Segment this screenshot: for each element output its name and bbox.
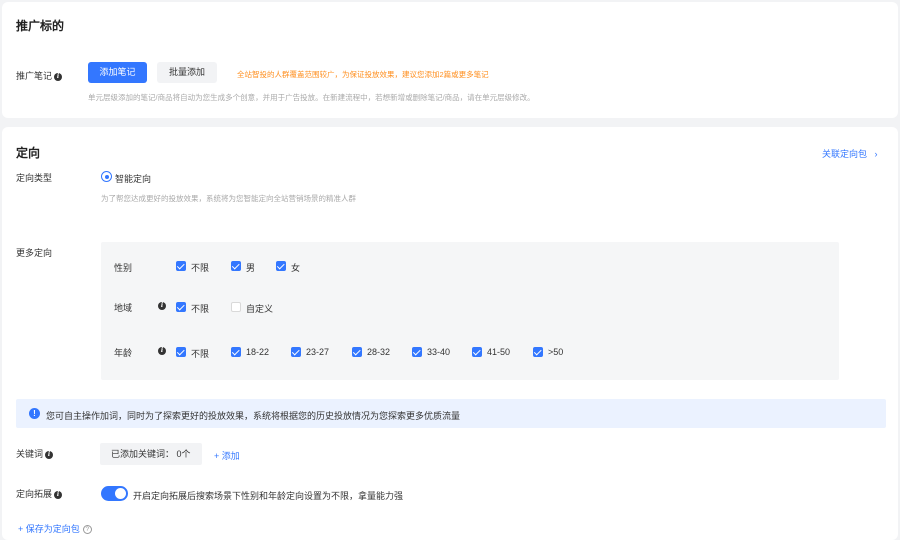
save-as-package-link[interactable]: + 保存为定向包? xyxy=(18,522,92,535)
gender-option-label[interactable]: 不限 xyxy=(191,261,209,274)
batch-add-button[interactable]: 批量添加 xyxy=(157,62,217,83)
notice-text: 您可自主操作加词，同时为了探索更好的投放效果，系统将根据您的历史投放情况为您探索… xyxy=(46,411,461,421)
gender-option-label[interactable]: 女 xyxy=(291,261,300,274)
age-33-40-checkbox[interactable] xyxy=(412,347,422,357)
promo-hint-text: 单元层级添加的笔记/商品将自动为您生成多个创意，并用于广告投放。在新建流程中，若… xyxy=(88,93,535,102)
age-label: 年龄 xyxy=(114,348,133,358)
added-keywords-count: 已添加关键词： 0个 xyxy=(100,443,202,465)
promo-title: 推广标的 xyxy=(16,19,65,33)
more-targeting-label: 更多定向 xyxy=(16,248,53,258)
age-over-50-checkbox[interactable] xyxy=(533,347,543,357)
age-option-label[interactable]: 不限 xyxy=(191,347,209,360)
expansion-description: 开启定向拓展后搜索场景下性别和年龄定向设置为不限，拿量能力强 xyxy=(133,491,404,501)
age-option-label[interactable]: 41-50 xyxy=(487,347,510,357)
info-icon[interactable]: i xyxy=(158,302,166,310)
smart-targeting-hint: 为了帮您达成更好的投放效果，系统将为您智能定向全站营销场景的精准人群 xyxy=(101,194,356,203)
expansion-label-text: 定向拓展 xyxy=(16,489,53,499)
smart-targeting-option-label[interactable]: 智能定向 xyxy=(115,172,151,185)
add-note-button[interactable]: 添加笔记 xyxy=(88,62,147,83)
keywords-label: 关键词 i xyxy=(16,447,54,460)
gender-label: 性别 xyxy=(114,263,133,273)
promo-target-card: 推广标的 推广笔记 i 添加笔记 批量添加 全站智投的人群覆盖范围较广，为保证投放… xyxy=(2,2,898,118)
help-icon[interactable]: ? xyxy=(82,525,92,535)
info-icon[interactable]: i xyxy=(158,347,166,355)
region-custom-checkbox[interactable] xyxy=(231,302,241,312)
age-18-22-checkbox[interactable] xyxy=(231,347,241,357)
age-option-label[interactable]: 23-27 xyxy=(306,347,329,357)
gender-unlimited-checkbox[interactable] xyxy=(176,261,186,271)
linked-package-link-text: 关联定向包 xyxy=(822,149,868,159)
age-option-label[interactable]: >50 xyxy=(548,347,563,357)
smart-targeting-radio[interactable] xyxy=(101,171,112,182)
gender-male-checkbox[interactable] xyxy=(231,261,241,271)
exclamation-icon: ! xyxy=(29,408,40,419)
info-notice-banner: ! 您可自主操作加词，同时为了探索更好的投放效果，系统将根据您的历史投放情况为您… xyxy=(16,399,886,428)
age-unlimited-checkbox[interactable] xyxy=(176,347,186,357)
more-targeting-panel: 性别 不限 男 女 地域 i 不限 自定义 年龄 i 不限 18-22 23-2… xyxy=(101,242,839,380)
region-option-label[interactable]: 自定义 xyxy=(246,302,273,315)
info-icon[interactable]: i xyxy=(45,450,54,459)
info-icon[interactable]: i xyxy=(54,72,63,81)
linked-package-link[interactable]: 关联定向包 › xyxy=(822,147,878,160)
region-label: 地域 xyxy=(114,303,133,313)
gender-option-label[interactable]: 男 xyxy=(246,261,255,274)
expansion-label: 定向拓展 i xyxy=(16,487,63,500)
age-23-27-checkbox[interactable] xyxy=(291,347,301,357)
info-icon[interactable]: i xyxy=(54,490,63,499)
age-option-label[interactable]: 18-22 xyxy=(246,347,269,357)
targeting-card: 定向 关联定向包 › 定向类型 智能定向 为了帮您达成更好的投放效果，系统将为您… xyxy=(2,127,898,540)
targeting-title: 定向 xyxy=(16,146,41,160)
chevron-right-icon: › xyxy=(874,149,878,159)
promo-warning-text: 全站智投的人群覆盖范围较广，为保证投放效果，建议您添加2篇或更多笔记 xyxy=(237,70,489,79)
gender-female-checkbox[interactable] xyxy=(276,261,286,271)
promo-notes-label: 推广笔记 i xyxy=(16,69,63,82)
promo-notes-label-text: 推广笔记 xyxy=(16,71,53,81)
region-unlimited-checkbox[interactable] xyxy=(176,302,186,312)
age-option-label[interactable]: 33-40 xyxy=(427,347,450,357)
age-28-32-checkbox[interactable] xyxy=(352,347,362,357)
expansion-toggle[interactable] xyxy=(101,486,128,501)
age-41-50-checkbox[interactable] xyxy=(472,347,482,357)
save-as-package-text: + 保存为定向包 xyxy=(18,524,80,534)
keywords-label-text: 关键词 xyxy=(16,449,44,459)
targeting-type-label: 定向类型 xyxy=(16,173,53,183)
add-keyword-link[interactable]: + 添加 xyxy=(214,449,240,462)
age-option-label[interactable]: 28-32 xyxy=(367,347,390,357)
region-option-label[interactable]: 不限 xyxy=(191,302,209,315)
